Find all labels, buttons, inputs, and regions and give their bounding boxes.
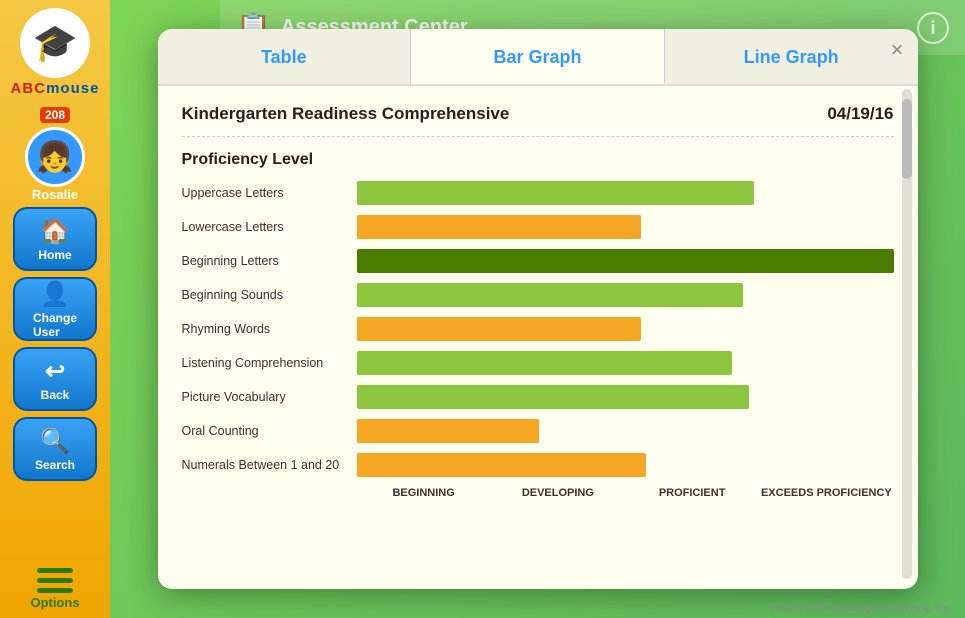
bar-label: Listening Comprehension: [182, 356, 357, 370]
scrollbar[interactable]: [902, 89, 912, 579]
x-axis-label: EXCEEDS PROFICIENCY: [759, 487, 893, 499]
scrollbar-thumb[interactable]: [902, 99, 912, 179]
bar-row: Rhyming Words: [182, 315, 894, 343]
bar-row: Lowercase Letters: [182, 213, 894, 241]
user-points: 208: [40, 107, 70, 123]
x-axis-label: PROFICIENT: [625, 487, 759, 499]
bar-fill: [357, 215, 642, 239]
bar-track: [357, 215, 894, 239]
tab-bar-graph-label: Bar Graph: [493, 47, 581, 67]
sidebar: 🎓 ABCmouse 208 👧 Rosalie 🏠 Home 👤 Change…: [0, 0, 110, 618]
modal: × Table Bar Graph Line Graph Kindergarte…: [158, 29, 918, 589]
bar-row: Beginning Sounds: [182, 281, 894, 309]
sidebar-item-change-user[interactable]: 👤 ChangeUser: [13, 277, 97, 341]
bar-label: Picture Vocabulary: [182, 390, 357, 404]
sidebar-item-home[interactable]: 🏠 Home: [13, 207, 97, 271]
bar-fill: [357, 419, 540, 443]
sidebar-item-options[interactable]: Options: [13, 568, 97, 610]
bar-chart: Uppercase Letters Lowercase Letters Beginn…: [182, 179, 894, 479]
tab-line-graph-label: Line Graph: [744, 47, 839, 67]
bar-fill: [357, 283, 744, 307]
sidebar-item-search[interactable]: 🔍 Search: [13, 417, 97, 481]
assessment-header: Kindergarten Readiness Comprehensive 04/…: [182, 104, 894, 137]
bar-track: [357, 419, 894, 443]
tab-line-graph[interactable]: Line Graph: [665, 29, 918, 84]
bar-track: [357, 249, 894, 273]
logo-area: 🎓 ABCmouse: [11, 8, 100, 97]
change-user-icon: 👤: [40, 280, 70, 309]
modal-content: Kindergarten Readiness Comprehensive 04/…: [158, 86, 918, 515]
bar-row: Numerals Between 1 and 20: [182, 451, 894, 479]
tab-bar-graph[interactable]: Bar Graph: [411, 29, 665, 84]
search-label: Search: [35, 458, 75, 472]
back-icon: ↩: [45, 357, 65, 386]
hamburger-icon: [37, 568, 73, 593]
x-axis-label: DEVELOPING: [491, 487, 625, 499]
bar-label: Rhyming Words: [182, 322, 357, 336]
back-label: Back: [41, 388, 70, 402]
bar-fill: [357, 351, 733, 375]
bar-track: [357, 181, 894, 205]
bar-label: Lowercase Letters: [182, 220, 357, 234]
bar-row: Uppercase Letters: [182, 179, 894, 207]
bar-track: [357, 317, 894, 341]
x-axis-label: BEGINNING: [357, 487, 491, 499]
bar-row: Picture Vocabulary: [182, 383, 894, 411]
footer-copyright: TM & © 2007–2016 Age of Learning, Inc.: [770, 603, 951, 614]
tab-table-label: Table: [261, 47, 307, 67]
close-button[interactable]: ×: [891, 39, 904, 61]
bar-track: [357, 351, 894, 375]
home-label: Home: [38, 248, 71, 262]
bar-row: Oral Counting: [182, 417, 894, 445]
tab-table[interactable]: Table: [158, 29, 412, 84]
bar-label: Uppercase Letters: [182, 186, 357, 200]
user-badge: 208: [40, 107, 70, 123]
bar-fill: [357, 249, 894, 273]
change-user-label: ChangeUser: [33, 311, 77, 339]
sidebar-item-back[interactable]: ↩ Back: [13, 347, 97, 411]
bar-track: [357, 453, 894, 477]
bar-label: Beginning Sounds: [182, 288, 357, 302]
bar-label: Numerals Between 1 and 20: [182, 458, 357, 472]
assessment-title: Kindergarten Readiness Comprehensive: [182, 104, 510, 124]
tabs-container: Table Bar Graph Line Graph: [158, 29, 918, 86]
bar-fill: [357, 385, 749, 409]
options-label: Options: [30, 595, 79, 610]
bar-label: Beginning Letters: [182, 254, 357, 268]
bar-fill: [357, 317, 642, 341]
bar-fill: [357, 181, 754, 205]
modal-overlay: × Table Bar Graph Line Graph Kindergarte…: [110, 0, 965, 618]
user-name: Rosalie: [32, 187, 78, 202]
logo-animal-icon: 🎓: [20, 8, 90, 78]
bar-track: [357, 283, 894, 307]
bar-row: Listening Comprehension: [182, 349, 894, 377]
assessment-date: 04/19/16: [827, 104, 893, 124]
bar-fill: [357, 453, 647, 477]
bar-label: Oral Counting: [182, 424, 357, 438]
x-axis: BEGINNINGDEVELOPINGPROFICIENTEXCEEDS PRO…: [182, 487, 894, 499]
avatar: 👧: [25, 127, 85, 187]
search-icon: 🔍: [40, 427, 70, 456]
bar-row: Beginning Letters: [182, 247, 894, 275]
home-icon: 🏠: [40, 217, 70, 246]
bar-track: [357, 385, 894, 409]
proficiency-heading: Proficiency Level: [182, 151, 894, 169]
abc-logo-text: ABCmouse: [11, 80, 100, 97]
